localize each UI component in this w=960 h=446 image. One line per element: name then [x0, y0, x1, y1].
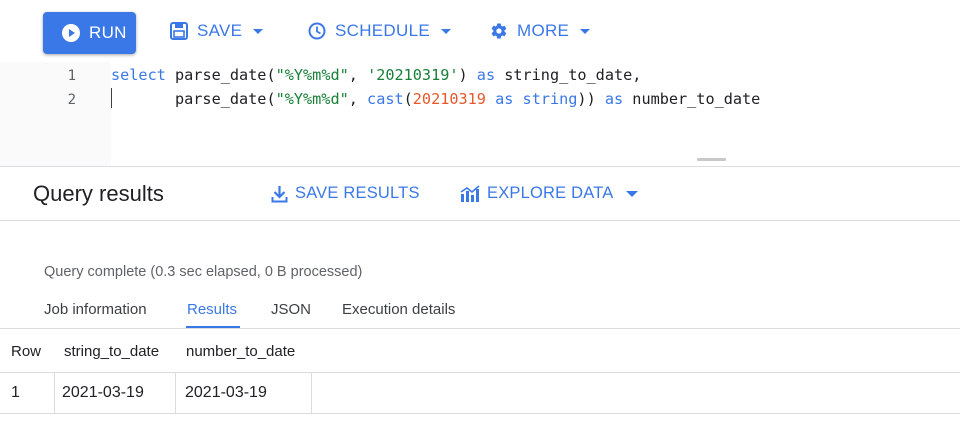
cell-divider: [311, 373, 312, 413]
code-token-string: '20210319': [367, 66, 459, 84]
chart-icon: [460, 184, 480, 202]
chevron-down-icon: [440, 28, 451, 34]
line-number: 2: [67, 92, 76, 108]
code-token-plain: string_to_date,: [495, 66, 642, 84]
cell-divider: [54, 373, 55, 413]
code-line[interactable]: parse_date("%Y%m%d", cast(20210319 as st…: [111, 90, 760, 108]
table-cell[interactable]: 2021-03-19: [185, 373, 267, 413]
row-number-cell: 1: [11, 384, 20, 401]
code-token-number: 20210319: [412, 90, 486, 108]
chevron-down-icon: [253, 28, 264, 34]
download-icon: [271, 185, 288, 202]
code-token-plain: parse_date(: [165, 66, 276, 84]
code-line[interactable]: select parse_date("%Y%m%d", '20210319') …: [111, 66, 641, 84]
schedule-button-label: SCHEDULE: [335, 21, 430, 40]
query-status: Query complete (0.3 sec elapsed, 0 B pro…: [44, 264, 363, 280]
code-token-string: "%Y%m%d": [275, 90, 349, 108]
more-button[interactable]: MORE: [490, 18, 591, 44]
chevron-down-icon: [580, 28, 591, 34]
sql-editor[interactable]: 1 2 select parse_date("%Y%m%d", '2021031…: [0, 62, 960, 166]
page-title: Query results: [33, 181, 164, 206]
code-token-keyword: as: [604, 90, 624, 108]
chevron-down-icon: [625, 190, 638, 197]
line-number: 1: [67, 68, 76, 84]
editor-resize-handle[interactable]: [697, 158, 726, 161]
code-token-keyword: string: [522, 90, 578, 108]
code-token-plain: ,: [348, 90, 368, 108]
results-table: Row string_to_date number_to_date 1 2021…: [0, 329, 960, 414]
results-header: Query results SAVE RESULTS EXPLORE DATA: [0, 167, 960, 221]
code-token-plain: )): [577, 90, 605, 108]
play-circle-icon: [62, 24, 80, 42]
code-token-plain: parse_date(: [111, 90, 276, 108]
table-header-row: Row string_to_date number_to_date: [0, 329, 960, 373]
column-header-string-to-date: string_to_date: [64, 342, 160, 360]
code-token-plain: ): [458, 66, 477, 84]
explore-data-label: EXPLORE DATA: [487, 184, 614, 202]
save-icon: [170, 22, 188, 40]
save-results-label: SAVE RESULTS: [295, 184, 420, 202]
tab-job-information[interactable]: Job information: [44, 301, 147, 318]
schedule-button[interactable]: SCHEDULE: [308, 18, 451, 44]
save-button-label: SAVE: [197, 21, 243, 40]
query-toolbar: RUN SAVE SCHEDULE MORE: [0, 0, 960, 62]
code-token-plain: (: [403, 90, 413, 108]
code-token-string: "%Y%m%d": [275, 66, 349, 84]
code-token-keyword: as: [495, 90, 514, 108]
gear-icon: [491, 23, 507, 39]
tab-json[interactable]: JSON: [271, 301, 311, 318]
save-results-button[interactable]: SAVE RESULTS: [271, 184, 420, 203]
clock-icon: [308, 22, 326, 40]
text-cursor: [111, 88, 112, 108]
explore-data-button[interactable]: EXPLORE DATA: [460, 184, 638, 203]
column-header-number-to-date: number_to_date: [186, 342, 296, 360]
code-token-keyword: select: [111, 66, 166, 84]
code-token-keyword: cast: [367, 90, 404, 108]
column-header-row: Row: [11, 342, 42, 360]
run-button[interactable]: RUN: [43, 12, 136, 54]
code-token-plain: ,: [348, 66, 368, 84]
code-token-keyword: as: [476, 66, 496, 84]
code-token-plain: number_to_date: [623, 90, 761, 108]
tab-results[interactable]: Results: [187, 301, 237, 318]
cell-divider: [175, 373, 176, 413]
line-number-gutter: 1 2: [0, 62, 111, 166]
table-row: 1 2021-03-19 2021-03-19: [0, 373, 960, 414]
save-button[interactable]: SAVE: [170, 18, 264, 44]
tab-execution-details[interactable]: Execution details: [342, 301, 455, 318]
table-cell[interactable]: 2021-03-19: [62, 373, 144, 413]
more-button-label: MORE: [517, 21, 570, 40]
run-button-label: RUN: [89, 23, 127, 42]
